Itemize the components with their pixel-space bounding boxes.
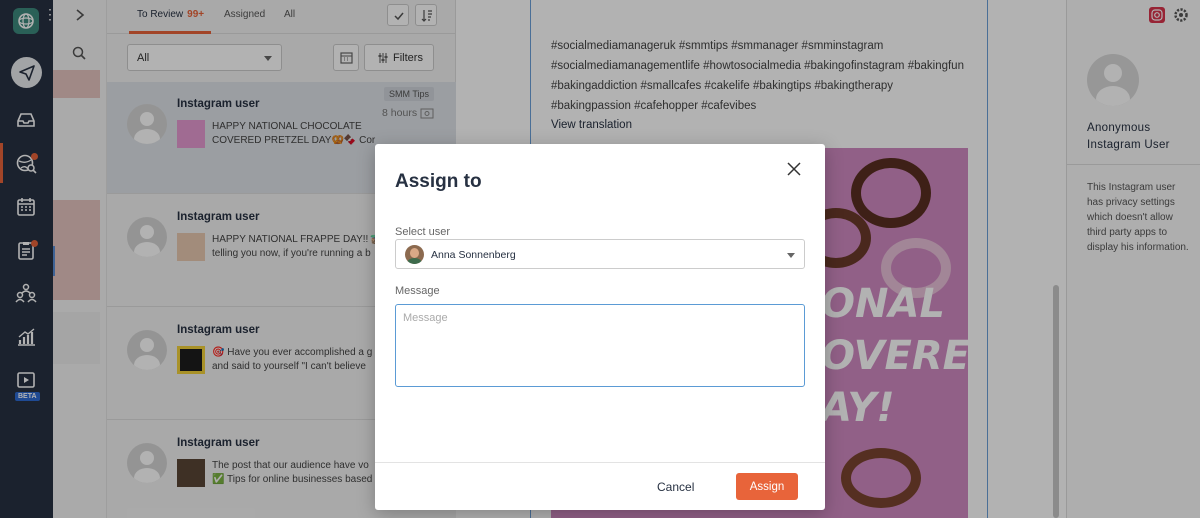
- message-label: Message: [395, 285, 440, 297]
- assign-button[interactable]: Assign: [736, 473, 798, 500]
- cancel-button[interactable]: Cancel: [657, 480, 694, 494]
- chevron-down-icon: [787, 253, 795, 258]
- user-avatar: [405, 245, 424, 264]
- dialog-title: Assign to: [395, 171, 482, 192]
- user-select[interactable]: Anna Sonnenberg: [395, 239, 805, 269]
- assign-dialog: Assign to Select user Anna Sonnenberg Me…: [375, 144, 825, 510]
- close-icon[interactable]: [785, 160, 803, 178]
- select-user-label: Select user: [395, 226, 451, 238]
- message-field[interactable]: [395, 304, 805, 387]
- selected-user-name: Anna Sonnenberg: [431, 249, 516, 261]
